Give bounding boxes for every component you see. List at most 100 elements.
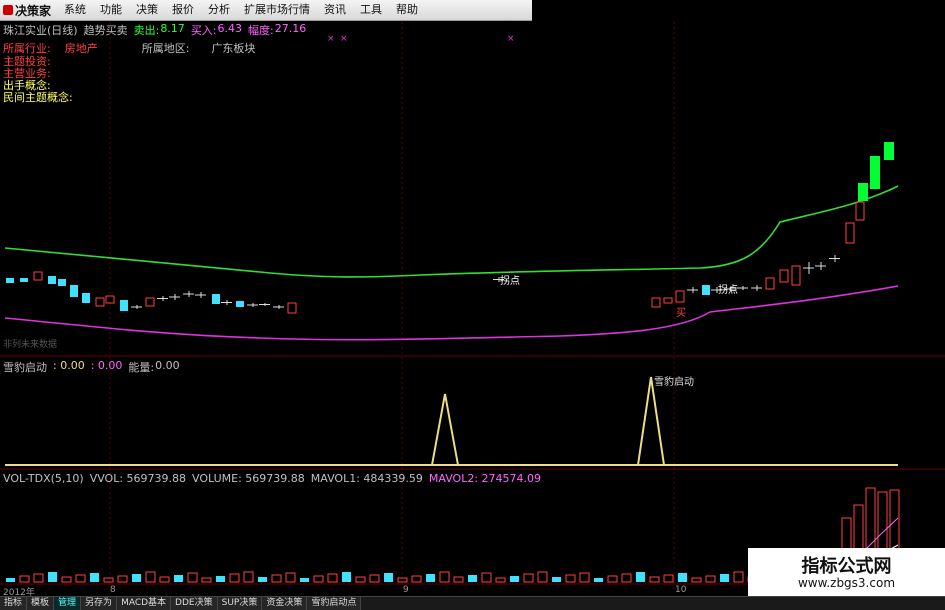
tab-save-as[interactable]: 另存为	[81, 597, 118, 610]
volume-bar	[411, 575, 422, 583]
candle	[212, 294, 220, 304]
volume-bar	[510, 576, 519, 582]
volume-bar	[579, 572, 590, 583]
ma-line-magenta	[4, 285, 899, 341]
axis-label-month: 10	[675, 585, 687, 595]
volume-bar	[565, 574, 576, 583]
marker-x: ×	[340, 34, 348, 44]
mavol1-value: MAVOL1: 484339.59	[310, 472, 423, 485]
volume-bar	[369, 574, 380, 583]
axis-label-month: 9	[403, 585, 409, 595]
candle	[6, 278, 14, 283]
candle	[20, 278, 28, 282]
volume-bar	[300, 578, 309, 582]
volume-bar	[468, 575, 477, 582]
chart-canvas: × × ×	[0, 22, 945, 590]
volume-bar	[523, 573, 534, 583]
volume-bar	[216, 576, 225, 582]
volume-bar	[552, 577, 561, 582]
candle	[870, 156, 880, 189]
signal-spike-1	[431, 393, 459, 466]
indicator-value-1: : 0.00	[53, 359, 85, 372]
indicator-header: 雪豹启动 : 0.00 : 0.00 能量: 0.00	[3, 359, 180, 375]
candle	[48, 276, 56, 284]
volume-bar	[663, 574, 674, 583]
volume-bar	[384, 573, 393, 582]
candle	[675, 290, 685, 303]
volume-bar	[733, 571, 744, 583]
candle	[845, 222, 855, 244]
volume-bar	[48, 572, 57, 582]
volume-bar	[720, 574, 729, 582]
volume-bar	[481, 572, 492, 583]
indicator-value-2: : 0.00	[90, 359, 123, 372]
vvol-value: VVOL: 569739.88	[89, 472, 187, 485]
volume-bar	[327, 573, 338, 583]
tab-sup[interactable]: SUP决策	[217, 597, 263, 610]
volume-bar	[243, 571, 254, 583]
volume-bar	[6, 578, 15, 582]
volume-bar	[691, 577, 702, 583]
bottom-tab-bar: 指标 模板 管理 另存为 MACD基本 DDE决策 SUP决策 资金决策 雪豹启…	[0, 596, 945, 610]
tab-dde[interactable]: DDE决策	[171, 597, 218, 610]
tab-template[interactable]: 模板	[27, 597, 55, 610]
signal-annotation: 雪豹启动	[654, 377, 694, 388]
watermark-box: 指标公式网 www.zbgs3.com	[748, 548, 945, 596]
volume-bar	[61, 576, 72, 583]
volume-header: VOL-TDX(5,10) VVOL: 569739.88 VOLUME: 56…	[3, 472, 541, 485]
chart-grid	[109, 22, 675, 590]
volume-bar	[342, 572, 351, 582]
candle	[95, 297, 105, 307]
volume-bar	[33, 573, 44, 583]
volume-bar	[271, 574, 282, 583]
volume-bar	[201, 577, 212, 583]
candle	[70, 285, 78, 297]
tab-macd[interactable]: MACD基本	[117, 597, 172, 610]
energy-label: 能量:	[128, 361, 155, 374]
candle	[120, 300, 128, 311]
volume-bar	[90, 573, 99, 582]
tab-snow-leopard[interactable]: 雪豹启动点	[307, 597, 362, 610]
candle	[287, 302, 297, 314]
volume-bar	[439, 571, 450, 583]
volume-bar	[636, 572, 645, 582]
axis-label-month: 8	[110, 585, 116, 595]
candle	[791, 265, 801, 286]
tab-indicator[interactable]: 指标	[0, 597, 28, 610]
candlestick-series	[6, 142, 894, 314]
candle	[663, 297, 673, 304]
future-data-label: 非列未来数据	[3, 340, 58, 350]
volume-bar	[258, 577, 267, 582]
signal-spike-2	[637, 376, 665, 466]
volume-bar	[594, 578, 603, 582]
volume-bar	[678, 573, 687, 582]
volume-bar	[174, 575, 183, 582]
volume-bar	[649, 576, 660, 583]
candle	[779, 269, 789, 283]
volume-pane-name: VOL-TDX(5,10)	[3, 472, 84, 485]
volume-bar	[285, 572, 296, 583]
volume-bar	[607, 575, 618, 583]
marker-x: ×	[327, 34, 335, 44]
volume-bar	[19, 575, 30, 583]
volume-bar	[75, 574, 86, 583]
turning-point-label: 拐点	[718, 285, 738, 296]
candle	[82, 293, 90, 303]
tab-manage[interactable]: 管理	[54, 597, 82, 610]
candle	[33, 271, 43, 281]
indicator-pane-name: 雪豹启动	[3, 361, 47, 374]
candle	[702, 285, 710, 295]
volume-bar	[159, 576, 170, 583]
volume-bar	[117, 575, 128, 583]
candle	[765, 277, 775, 290]
volume-bar	[187, 572, 198, 583]
volume-value: VOLUME: 569739.88	[192, 472, 305, 485]
tab-fund[interactable]: 资金决策	[262, 597, 308, 610]
candle	[58, 279, 66, 286]
marker-x: ×	[507, 34, 515, 44]
volume-bar	[229, 573, 240, 583]
candle	[884, 142, 894, 160]
volume-bar	[537, 571, 548, 583]
volume-bar	[453, 576, 464, 583]
turning-point-label: 拐点	[500, 276, 520, 287]
